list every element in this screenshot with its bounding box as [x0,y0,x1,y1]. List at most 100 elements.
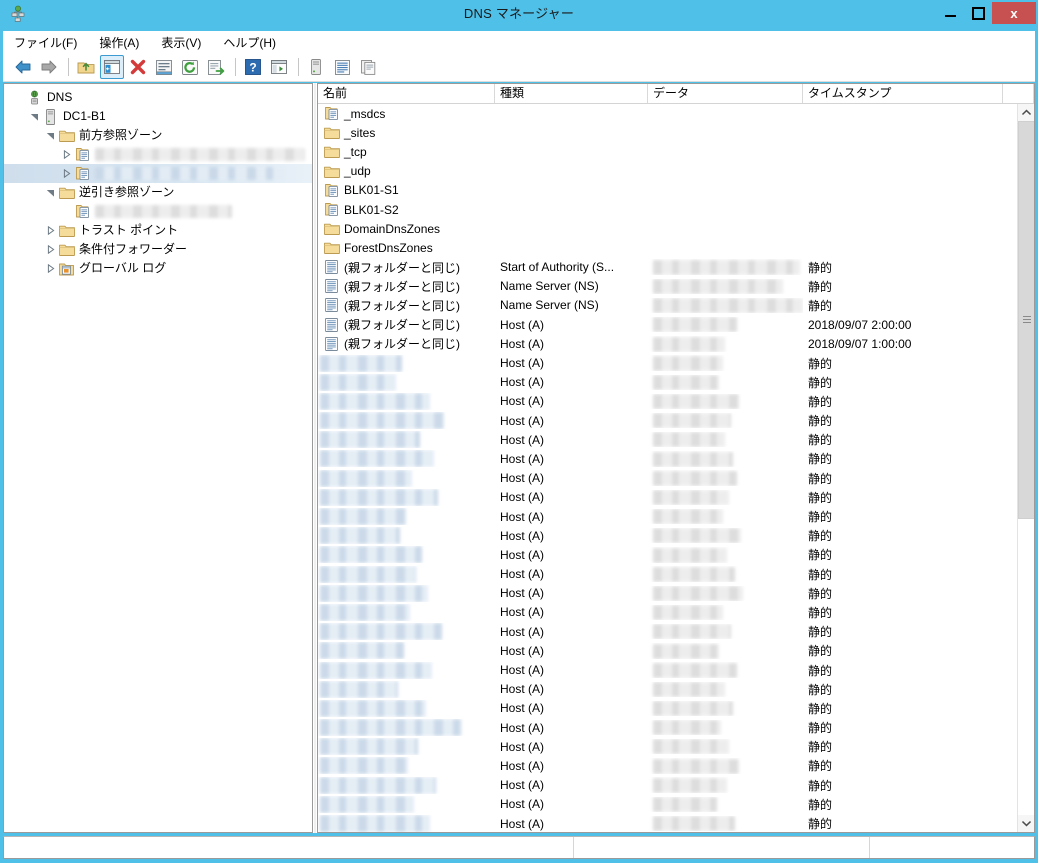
twisty-collapsed-icon[interactable] [42,259,58,278]
table-row[interactable]: Host (A) 静的 [318,526,1017,545]
minimize-button[interactable] [936,2,964,24]
twisty-expanded-icon[interactable] [42,126,58,145]
table-row[interactable]: Host (A) 静的 [318,488,1017,507]
table-row[interactable]: Host (A) 静的 [318,756,1017,775]
table-row[interactable]: Host (A) 静的 [318,507,1017,526]
copy-icon[interactable] [356,55,380,79]
redacted-text [320,699,426,717]
tree-node[interactable]: 逆引き参照ゾーン [4,183,312,202]
cell-type: Host (A) [500,394,545,409]
table-row[interactable]: Host (A) 静的 [318,776,1017,795]
table-row[interactable]: ForestDnsZones [318,238,1017,257]
twisty-expanded-icon[interactable] [26,107,42,126]
table-row[interactable]: _sites [318,123,1017,142]
refresh-icon[interactable] [178,55,202,79]
server-icon[interactable] [304,55,328,79]
twisty-collapsed-icon[interactable] [42,240,58,259]
column-data[interactable]: データ [648,84,803,103]
table-row[interactable]: Host (A) 静的 [318,565,1017,584]
help-question-icon[interactable]: ? [241,55,265,79]
tree-node[interactable]: DC1-B1 [4,107,312,126]
redacted-text [653,298,803,314]
show-hide-tree-icon[interactable] [100,55,124,79]
table-row[interactable]: Host (A) 静的 [318,680,1017,699]
cell-type: Name Server (NS) [500,298,599,313]
twisty-expanded-icon[interactable] [42,183,58,202]
table-row[interactable]: Host (A) 静的 [318,353,1017,372]
table-row[interactable]: (親フォルダーと同じ) Host (A) 2018/09/07 1:00:00 [318,334,1017,353]
maximize-button[interactable] [964,2,992,24]
table-row[interactable]: Host (A) 静的 [318,699,1017,718]
forward-arrow-icon[interactable] [37,55,61,79]
cell-data [648,432,803,448]
table-row[interactable]: Host (A) 静的 [318,545,1017,564]
cell-name [318,354,495,372]
twisty-none [10,88,26,107]
table-row[interactable]: Host (A) 静的 [318,584,1017,603]
table-row[interactable]: DomainDnsZones [318,219,1017,238]
table-row[interactable]: Host (A) 静的 [318,641,1017,660]
redacted-text [320,719,462,737]
table-row[interactable]: Host (A) 静的 [318,660,1017,679]
table-row[interactable]: Host (A) 静的 [318,392,1017,411]
twisty-collapsed-icon[interactable] [42,221,58,240]
table-row[interactable]: (親フォルダーと同じ) Name Server (NS) 静的 [318,296,1017,315]
properties-icon[interactable] [152,55,176,79]
table-row[interactable]: Host (A) 静的 [318,603,1017,622]
menu-view[interactable]: 表示(V) [159,32,210,53]
tree-node[interactable]: トラスト ポイント [4,221,312,240]
cell-name [318,469,495,487]
export-list-icon[interactable] [204,55,228,79]
scrollbar-thumb[interactable] [1018,121,1034,519]
tree-node[interactable] [4,202,312,221]
table-row[interactable]: _tcp [318,142,1017,161]
table-row[interactable]: Host (A) 静的 [318,795,1017,814]
tree-node[interactable]: 条件付フォワーダー [4,240,312,259]
cell-data [648,355,803,371]
column-type[interactable]: 種類 [495,84,648,103]
table-row[interactable]: (親フォルダーと同じ) Start of Authority (S... 静的 [318,258,1017,277]
table-row[interactable]: Host (A) 静的 [318,449,1017,468]
tree-node[interactable] [4,164,312,183]
cell-type: Host (A) [500,663,545,678]
table-row[interactable]: Host (A) 静的 [318,737,1017,756]
up-folder-icon[interactable] [74,55,98,79]
chevron-down-icon[interactable] [1018,815,1034,832]
menu-action[interactable]: 操作(A) [97,32,148,53]
cell-name-text: _tcp [344,144,367,159]
table-row[interactable]: Host (A) 静的 [318,814,1017,832]
table-row[interactable]: Host (A) 静的 [318,411,1017,430]
back-arrow-icon[interactable] [11,55,35,79]
table-row[interactable]: _udp [318,162,1017,181]
cell-name-text: (親フォルダーと同じ) [344,298,460,313]
tree-node[interactable]: グローバル ログ [4,259,312,278]
table-row[interactable]: BLK01-S2 [318,200,1017,219]
delete-x-icon[interactable] [126,55,150,79]
cell-data [648,413,803,429]
menu-file[interactable]: ファイル(F) [12,32,86,53]
table-row[interactable]: Host (A) 静的 [318,430,1017,449]
menu-help[interactable]: ヘルプ(H) [221,32,285,53]
column-name[interactable]: 名前 [318,84,495,103]
folder-icon [323,125,340,141]
table-row[interactable]: Host (A) 静的 [318,718,1017,737]
close-button[interactable]: x [992,2,1036,24]
column-timestamp[interactable]: タイムスタンプ [803,84,1003,103]
table-row[interactable]: (親フォルダーと同じ) Name Server (NS) 静的 [318,277,1017,296]
table-row[interactable]: Host (A) 静的 [318,373,1017,392]
chevron-up-icon[interactable] [1018,104,1034,121]
twisty-collapsed-icon[interactable] [58,164,74,183]
twisty-collapsed-icon[interactable] [58,145,74,164]
table-row[interactable]: (親フォルダーと同じ) Host (A) 2018/09/07 2:00:00 [318,315,1017,334]
tree-node[interactable] [4,145,312,164]
tree-node[interactable]: 前方参照ゾーン [4,126,312,145]
tree-node[interactable]: DNS [4,88,312,107]
list-icon[interactable] [330,55,354,79]
table-row[interactable]: BLK01-S1 [318,181,1017,200]
new-window-icon[interactable] [267,55,291,79]
table-row[interactable]: _msdcs [318,104,1017,123]
table-row[interactable]: Host (A) 静的 [318,469,1017,488]
vertical-scrollbar[interactable] [1017,104,1034,832]
table-row[interactable]: Host (A) 静的 [318,622,1017,641]
cell-name: (親フォルダーと同じ) [318,259,495,276]
